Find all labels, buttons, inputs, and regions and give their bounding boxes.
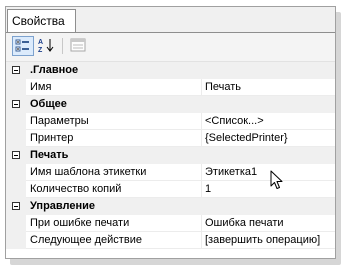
gutter (6, 181, 26, 198)
property-row-parameters[interactable]: Параметры <Список...> (6, 113, 335, 130)
category-label: Общее (30, 98, 67, 110)
toolbar: A Z (6, 33, 335, 62)
category-label: Управление (30, 200, 96, 212)
property-pages-button[interactable] (68, 36, 90, 56)
tab-bar: Свойства (6, 7, 335, 33)
properties-panel: Свойства A Z .Главное Имя Печать Общее П… (5, 6, 336, 259)
category-general[interactable]: Общее (6, 96, 335, 113)
property-row-on-print-error[interactable]: При ошибке печати Ошибка печати (6, 215, 335, 232)
property-row-next-action[interactable]: Следующее действие [завершить операцию] (6, 232, 335, 249)
property-name: При ошибке печати (30, 217, 130, 229)
column-divider (201, 164, 202, 181)
tab-properties[interactable]: Свойства (7, 9, 76, 32)
mouse-cursor-icon (270, 170, 283, 189)
collapse-icon[interactable] (12, 100, 20, 108)
property-row-label-template[interactable]: Имя шаблона этикетки Этикетка1 (6, 164, 335, 181)
alphabetical-sort-button[interactable]: A Z (36, 36, 58, 56)
gutter (6, 164, 26, 181)
property-grid: .Главное Имя Печать Общее Параметры <Спи… (6, 62, 335, 249)
property-row-copies[interactable]: Количество копий 1 (6, 181, 335, 198)
property-value[interactable]: <Список...> (205, 115, 264, 127)
collapse-icon[interactable] (12, 151, 20, 159)
property-value[interactable]: [завершить операцию] (205, 234, 320, 246)
property-value[interactable]: Ошибка печати (205, 217, 284, 229)
column-divider (201, 181, 202, 198)
category-main[interactable]: .Главное (6, 62, 335, 79)
gutter (6, 232, 26, 249)
property-name: Параметры (30, 115, 89, 127)
category-label: .Главное (30, 64, 79, 76)
column-divider (201, 79, 202, 96)
alphabetical-sort-icon: A Z (38, 39, 54, 54)
column-divider (201, 130, 202, 147)
property-value[interactable]: {SelectedPrinter} (205, 132, 288, 144)
property-name: Принтер (30, 132, 74, 144)
gutter (6, 113, 26, 130)
category-control[interactable]: Управление (6, 198, 335, 215)
property-name: Имя (30, 81, 52, 93)
gutter (6, 215, 26, 232)
categorized-view-button[interactable] (12, 36, 34, 56)
property-value[interactable]: Печать (205, 81, 241, 93)
collapse-icon[interactable] (12, 66, 20, 74)
column-divider (201, 232, 202, 249)
svg-text:A: A (38, 39, 43, 46)
collapse-icon[interactable] (12, 202, 20, 210)
toolbar-separator (62, 38, 63, 54)
category-label: Печать (30, 149, 69, 161)
property-pages-icon (70, 38, 86, 52)
column-divider (201, 113, 202, 130)
property-row-name[interactable]: Имя Печать (6, 79, 335, 96)
property-name: Следующее действие (30, 234, 142, 246)
column-divider (201, 215, 202, 232)
property-value[interactable]: Этикетка1 (205, 166, 257, 178)
property-name: Количество копий (30, 183, 122, 195)
svg-text:Z: Z (38, 47, 43, 54)
gutter (6, 79, 26, 96)
property-name: Имя шаблона этикетки (30, 166, 147, 178)
gutter (6, 130, 26, 147)
property-value[interactable]: 1 (205, 183, 211, 195)
categorized-view-icon (15, 39, 29, 52)
category-print[interactable]: Печать (6, 147, 335, 164)
property-row-printer[interactable]: Принтер {SelectedPrinter} (6, 130, 335, 147)
